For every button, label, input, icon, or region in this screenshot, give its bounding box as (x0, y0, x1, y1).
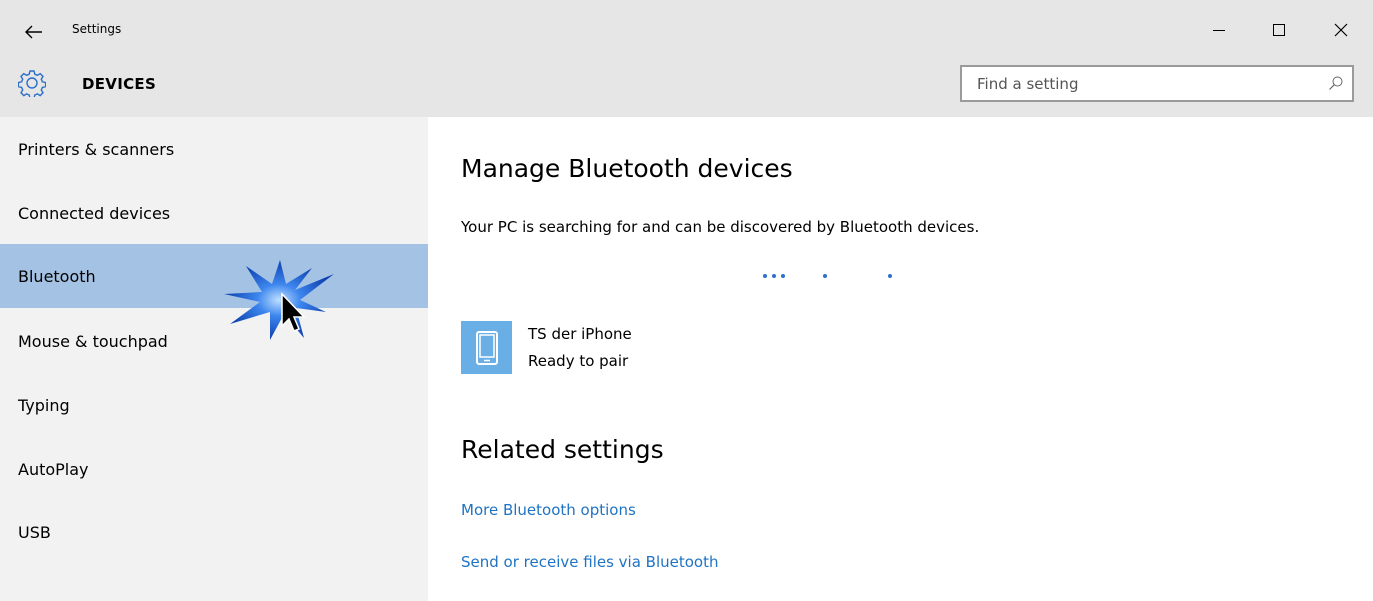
minimize-icon (1213, 30, 1225, 31)
main-content: Manage Bluetooth devices Your PC is sear… (428, 117, 1373, 601)
bluetooth-status-description: Your PC is searching for and can be disc… (461, 218, 980, 236)
close-button[interactable] (1318, 10, 1364, 50)
progress-dot (781, 274, 785, 278)
sidebar-item-mouse-touchpad[interactable]: Mouse & touchpad (0, 309, 428, 373)
device-status: Ready to pair (528, 352, 629, 370)
search-input[interactable] (962, 67, 1312, 100)
back-arrow-icon (25, 25, 42, 39)
searching-progress-dots (763, 274, 903, 282)
related-settings-heading: Related settings (461, 435, 664, 464)
section-title: DEVICES (82, 75, 157, 93)
back-button[interactable] (16, 14, 52, 50)
sidebar-item-autoplay[interactable]: AutoPlay (0, 437, 428, 501)
title-bar: Settings (0, 0, 1373, 62)
gear-icon (18, 70, 46, 97)
minimize-button[interactable] (1196, 10, 1242, 50)
sidebar-item-connected-devices[interactable]: Connected devices (0, 181, 428, 245)
page-title: Manage Bluetooth devices (461, 154, 793, 183)
sidebar-item-bluetooth[interactable]: Bluetooth (0, 244, 428, 308)
app-title: Settings (72, 22, 122, 36)
sidebar: Printers & scanners Connected devices Bl… (0, 117, 428, 601)
close-icon (1334, 23, 1348, 37)
search-icon[interactable] (1328, 75, 1344, 91)
maximize-icon (1273, 24, 1285, 36)
more-bluetooth-options-link[interactable]: More Bluetooth options (461, 501, 636, 519)
progress-dot (772, 274, 776, 278)
progress-dot (823, 274, 827, 278)
page-header: DEVICES (0, 62, 1373, 117)
search-box[interactable] (960, 65, 1354, 102)
sidebar-item-typing[interactable]: Typing (0, 373, 428, 437)
device-item[interactable]: TS der iPhone Ready to pair (461, 319, 861, 375)
sidebar-item-usb[interactable]: USB (0, 500, 428, 564)
maximize-button[interactable] (1256, 10, 1302, 50)
device-name: TS der iPhone (528, 325, 632, 343)
phone-icon (461, 321, 512, 374)
progress-dot (763, 274, 767, 278)
progress-dot (888, 274, 892, 278)
send-receive-files-link[interactable]: Send or receive files via Bluetooth (461, 553, 719, 571)
sidebar-item-printers-scanners[interactable]: Printers & scanners (0, 117, 428, 181)
